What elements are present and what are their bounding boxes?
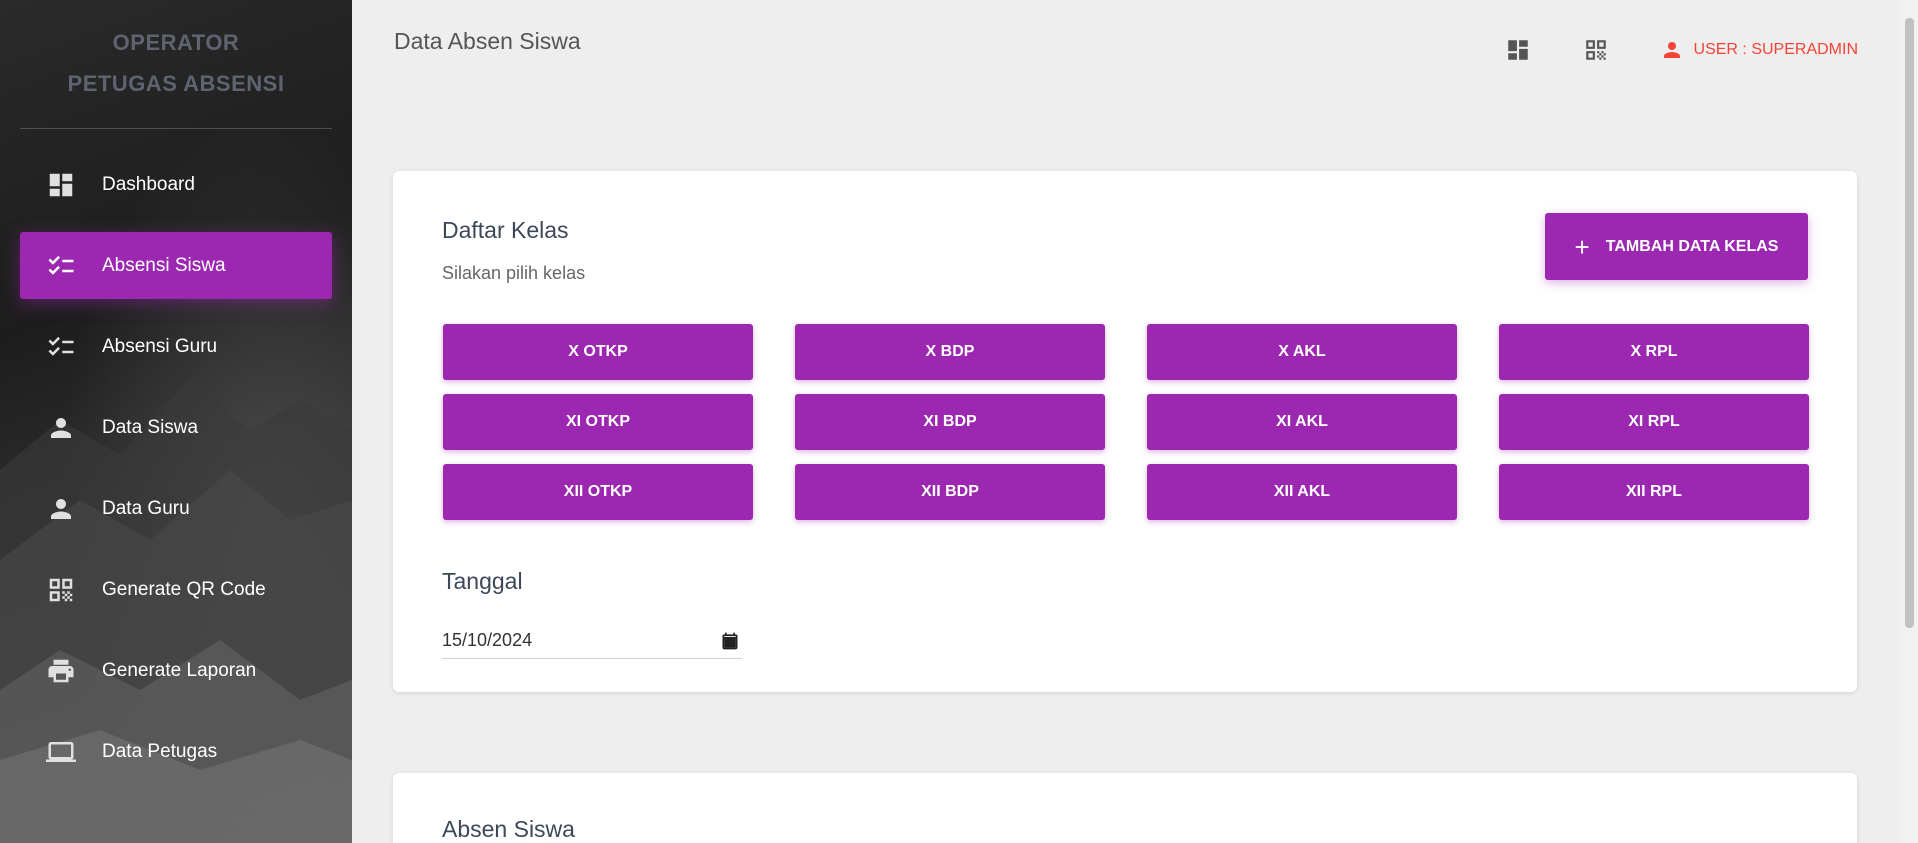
checklist-icon (46, 332, 76, 362)
sidebar-item-label: Absensi Guru (102, 335, 218, 357)
plus-icon: + (1574, 231, 1590, 262)
sidebar-item-absensi-siswa[interactable]: Absensi Siswa (20, 232, 332, 299)
class-button[interactable]: XII RPL (1499, 464, 1809, 520)
page-scrollbar[interactable] (1901, 0, 1918, 843)
absen-siswa-card: Absen Siswa (393, 773, 1857, 843)
sidebar-item-data-petugas[interactable]: Data Petugas (20, 718, 332, 785)
brand-title[interactable]: OPERATOR PETUGAS ABSENSI (0, 0, 352, 104)
topbar-actions: USER : SUPERADMIN (1504, 36, 1858, 64)
sidebar-item-dashboard[interactable]: Dashboard (20, 151, 332, 218)
date-label: Tanggal (442, 568, 523, 594)
sidebar-item-absensi-guru[interactable]: Absensi Guru (20, 313, 332, 380)
date-value: 15/10/2024 (442, 630, 533, 650)
sidebar-item-label: Dashboard (102, 173, 195, 195)
sidebar-item-generate-laporan[interactable]: Generate Laporan (20, 637, 332, 704)
tambah-data-kelas-button[interactable]: + TAMBAH DATA KELAS (1545, 213, 1808, 280)
user-label: USER : SUPERADMIN (1693, 41, 1858, 58)
calendar-icon[interactable] (720, 631, 740, 651)
person-icon (1663, 42, 1680, 58)
sidebar-item-data-guru[interactable]: Data Guru (20, 475, 332, 542)
class-button-grid: X OTKP X BDP X AKL X RPL XI OTKP XI BDP … (443, 324, 1809, 520)
sidebar-item-label: Generate Laporan (102, 659, 257, 681)
sidebar-item-label: Data Petugas (102, 740, 218, 762)
class-button[interactable]: X BDP (795, 324, 1105, 380)
class-button[interactable]: XII OTKP (443, 464, 753, 520)
class-button[interactable]: XII BDP (795, 464, 1105, 520)
laptop-icon (46, 737, 76, 767)
class-button[interactable]: XI BDP (795, 394, 1105, 450)
class-button[interactable]: XI RPL (1499, 394, 1809, 450)
brand-line-2: PETUGAS ABSENSI (67, 71, 285, 96)
qr-code-icon (46, 575, 76, 605)
printer-icon (46, 656, 76, 686)
sidebar-item-label: Absensi Siswa (102, 254, 226, 276)
button-label: TAMBAH DATA KELAS (1605, 237, 1779, 255)
class-button[interactable]: XI OTKP (443, 394, 753, 450)
class-button[interactable]: X AKL (1147, 324, 1457, 380)
sidebar-item-data-siswa[interactable]: Data Siswa (20, 394, 332, 461)
dashboard-icon (46, 170, 76, 200)
dashboard-icon[interactable] (1504, 36, 1532, 64)
sidebar-item-generate-qr-code[interactable]: Generate QR Code (20, 556, 332, 623)
card-title: Daftar Kelas (442, 217, 569, 243)
brand-line-1: OPERATOR (112, 30, 240, 55)
sidebar-nav: Dashboard Absensi Siswa Absensi Guru Dat… (0, 151, 352, 785)
person-icon (46, 494, 76, 524)
sidebar-item-label: Data Guru (102, 497, 190, 519)
daftar-kelas-card: Daftar Kelas Silakan pilih kelas + TAMBA… (393, 171, 1857, 692)
card-title: Absen Siswa (442, 816, 575, 842)
qr-code-icon[interactable] (1582, 36, 1610, 64)
brand-divider (20, 128, 332, 129)
date-input[interactable]: 15/10/2024 (442, 623, 742, 659)
class-button[interactable]: X OTKP (443, 324, 753, 380)
checklist-icon (46, 251, 76, 281)
class-button[interactable]: XII AKL (1147, 464, 1457, 520)
person-icon (46, 413, 76, 443)
sidebar: OPERATOR PETUGAS ABSENSI Dashboard Absen… (0, 0, 352, 843)
sidebar-item-label: Generate QR Code (102, 578, 266, 600)
class-button[interactable]: XI AKL (1147, 394, 1457, 450)
scrollbar-thumb[interactable] (1905, 18, 1914, 628)
class-button[interactable]: X RPL (1499, 324, 1809, 380)
sidebar-item-label: Data Siswa (102, 416, 199, 438)
card-subtitle: Silakan pilih kelas (442, 263, 586, 283)
page-title[interactable]: Data Absen Siswa (394, 28, 581, 55)
user-menu-link[interactable]: USER : SUPERADMIN (1660, 38, 1858, 62)
